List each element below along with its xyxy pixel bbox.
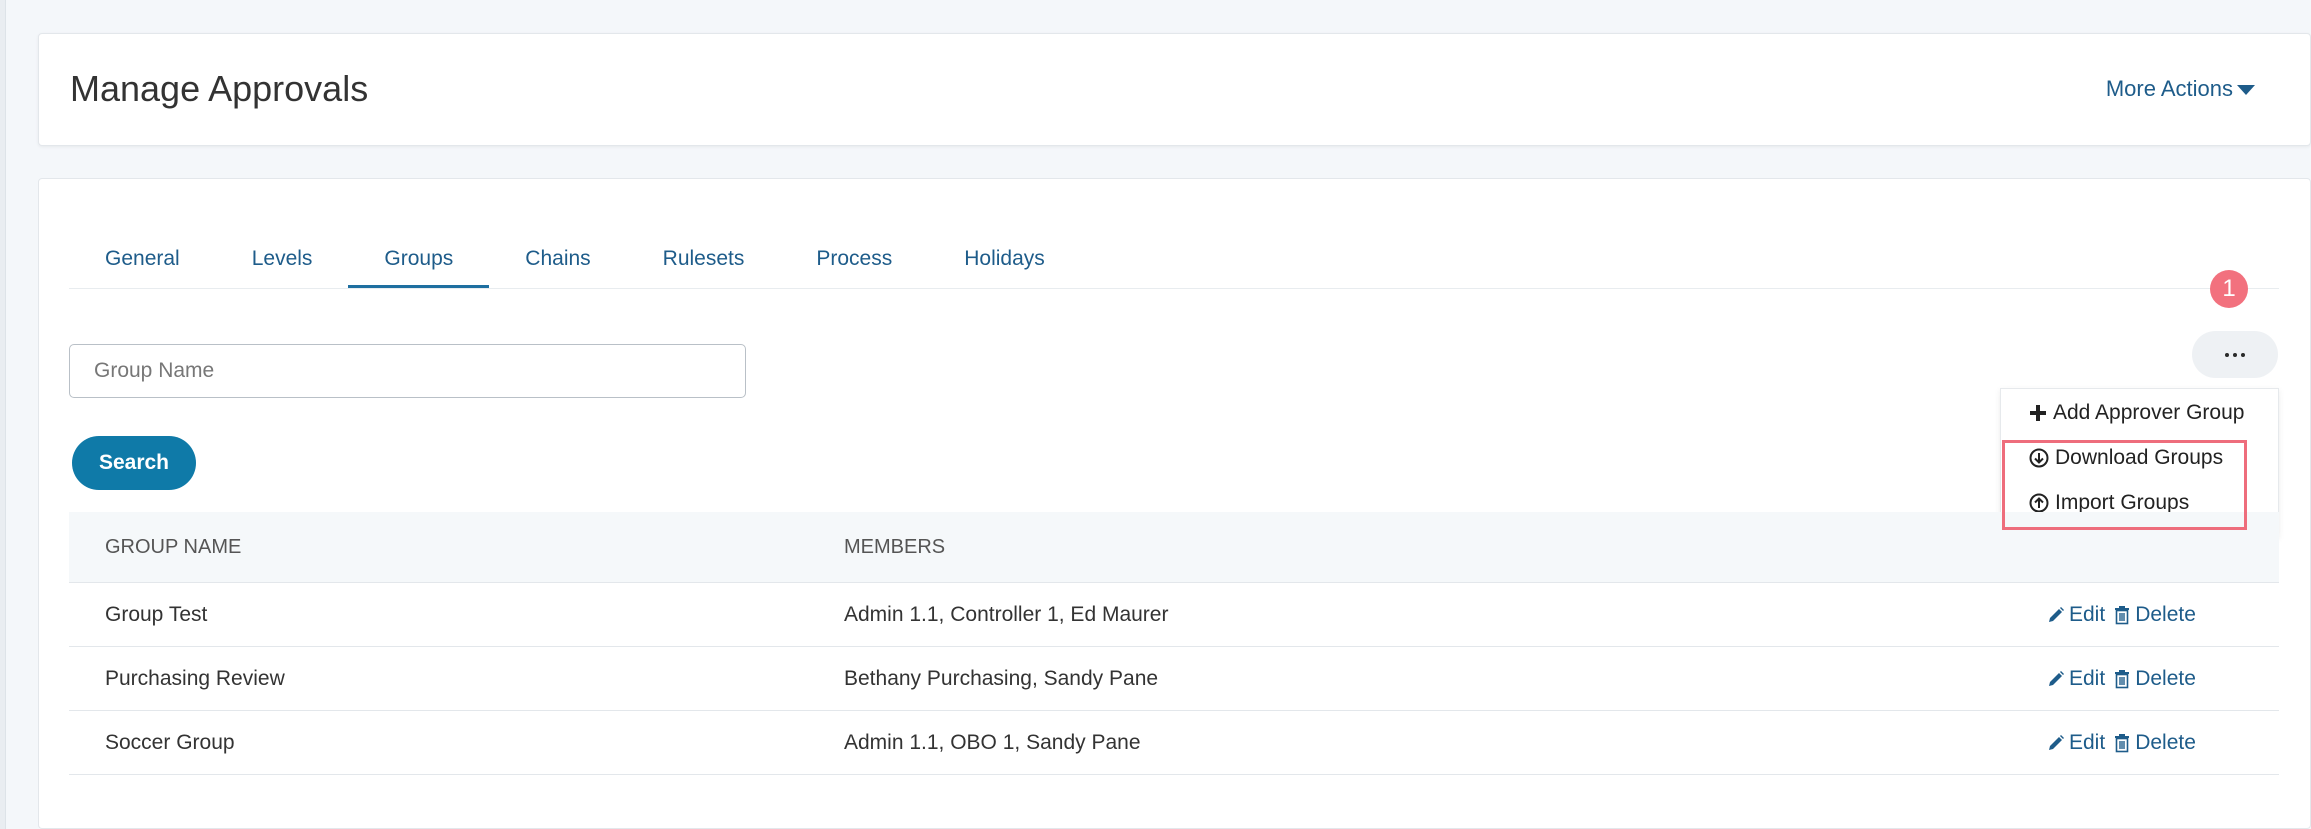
delete-button[interactable]: Delete	[2113, 731, 2196, 755]
tab-groups[interactable]: Groups	[348, 232, 490, 288]
pencil-icon	[2049, 606, 2064, 622]
step-badge: 1	[2210, 270, 2248, 308]
page-title: Manage Approvals	[70, 68, 369, 109]
tab-process[interactable]: Process	[780, 232, 928, 288]
add-approver-group-label: Add Approver Group	[2053, 401, 2245, 424]
circle-arrow-up-icon	[2029, 493, 2049, 513]
edit-label: Edit	[2069, 666, 2106, 690]
delete-button[interactable]: Delete	[2113, 667, 2196, 691]
tab-bar: General Levels Groups Chains Rulesets Pr…	[69, 232, 2279, 289]
download-groups-label: Download Groups	[2055, 446, 2224, 469]
delete-label: Delete	[2135, 730, 2196, 754]
groups-table: GROUP NAME MEMBERS Group Test Admin 1.1,…	[69, 512, 2279, 775]
page-header: Manage Approvals More Actions	[38, 33, 2311, 146]
more-options-button[interactable]	[2192, 331, 2278, 378]
members-cell: Bethany Purchasing, Sandy Pane	[844, 667, 1159, 690]
members-cell: Admin 1.1, Controller 1, Ed Maurer	[844, 603, 1169, 626]
tab-chains[interactable]: Chains	[489, 232, 626, 288]
table-header: GROUP NAME MEMBERS	[69, 512, 2279, 583]
delete-label: Delete	[2135, 666, 2196, 690]
ellipsis-icon	[2225, 352, 2229, 357]
tab-levels[interactable]: Levels	[216, 232, 349, 288]
row-actions: Edit Delete	[2047, 711, 2196, 774]
add-approver-group-item[interactable]: Add Approver Group	[2029, 401, 2244, 425]
tab-holidays[interactable]: Holidays	[928, 232, 1081, 288]
tab-rulesets[interactable]: Rulesets	[627, 232, 781, 288]
caret-down-icon	[2237, 85, 2255, 95]
more-actions-button[interactable]: More Actions	[2106, 76, 2255, 102]
download-groups-item[interactable]: Download Groups	[2029, 446, 2223, 470]
column-header-group-name: GROUP NAME	[105, 536, 242, 558]
delete-label: Delete	[2135, 602, 2196, 626]
pencil-icon	[2049, 670, 2064, 686]
ellipsis-icon-dot	[2233, 352, 2237, 357]
table-row: Group Test Admin 1.1, Controller 1, Ed M…	[69, 583, 2279, 647]
group-name-cell: Group Test	[105, 603, 208, 626]
circle-arrow-down-icon	[2029, 448, 2049, 468]
plus-icon	[2030, 405, 2046, 421]
row-actions: Edit Delete	[2047, 583, 2196, 646]
column-header-members: MEMBERS	[844, 536, 946, 558]
edit-label: Edit	[2069, 602, 2106, 626]
main-panel: General Levels Groups Chains Rulesets Pr…	[38, 178, 2311, 829]
row-actions: Edit Delete	[2047, 647, 2196, 710]
search-button[interactable]: Search	[72, 436, 196, 490]
edit-button[interactable]: Edit	[2047, 731, 2105, 755]
edit-button[interactable]: Edit	[2047, 667, 2105, 691]
more-actions-label: More Actions	[2105, 76, 2233, 101]
trash-icon	[2115, 605, 2130, 624]
edit-label: Edit	[2069, 730, 2106, 754]
ellipsis-icon-dot	[2241, 352, 2245, 357]
left-rail	[0, 0, 6, 829]
table-row: Purchasing Review Bethany Purchasing, Sa…	[69, 647, 2279, 711]
members-cell: Admin 1.1, OBO 1, Sandy Pane	[844, 731, 1141, 754]
table-row: Soccer Group Admin 1.1, OBO 1, Sandy Pan…	[69, 711, 2279, 775]
group-name-cell: Purchasing Review	[105, 667, 285, 690]
delete-button[interactable]: Delete	[2113, 603, 2196, 627]
group-name-input[interactable]	[69, 344, 746, 398]
group-name-cell: Soccer Group	[105, 731, 235, 754]
edit-button[interactable]: Edit	[2047, 603, 2105, 627]
pencil-icon	[2049, 734, 2064, 750]
trash-icon	[2115, 669, 2130, 688]
tab-general[interactable]: General	[69, 232, 216, 288]
trash-icon	[2115, 733, 2130, 752]
